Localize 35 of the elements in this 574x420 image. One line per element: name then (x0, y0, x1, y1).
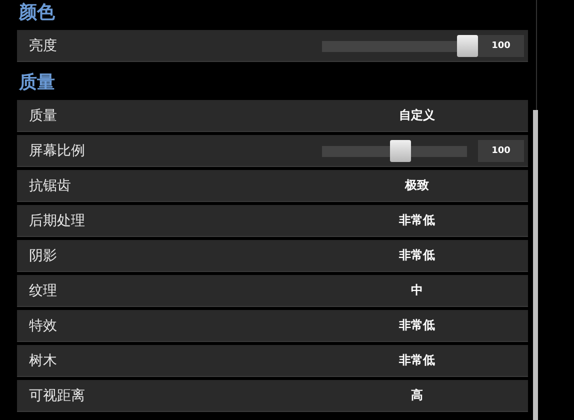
section-heading: 质量 (19, 71, 56, 95)
settings-row[interactable]: 质量 自定义 (17, 100, 528, 132)
setting-label: 质量 (29, 106, 57, 124)
scrollbar[interactable] (533, 110, 538, 420)
setting-label: 屏幕比例 (29, 142, 85, 160)
section-heading: 颜色 (19, 1, 56, 25)
setting-label: 抗锯齿 (29, 176, 71, 194)
setting-label: 树木 (29, 352, 57, 370)
setting-value: 高 (410, 387, 424, 404)
value-field[interactable]: 100 (478, 140, 524, 162)
setting-label: 后期处理 (29, 212, 85, 230)
settings-row[interactable]: 阴影 非常低 (17, 240, 528, 272)
settings-row[interactable]: 抗锯齿 极致 (17, 170, 528, 202)
setting-value: 极致 (404, 177, 430, 194)
setting-value: 非常低 (398, 212, 436, 229)
slider[interactable] (322, 140, 467, 162)
setting-label: 阴影 (29, 246, 57, 264)
settings-row[interactable]: 树木 非常低 (17, 345, 528, 377)
setting-value: 非常低 (398, 317, 436, 334)
settings-row[interactable]: 可视距离 高 (17, 380, 528, 412)
setting-label: 特效 (29, 316, 57, 334)
setting-value: 非常低 (398, 247, 436, 264)
settings-row[interactable]: 纹理 中 (17, 275, 528, 307)
setting-value: 中 (410, 282, 424, 299)
slider-thumb[interactable] (390, 140, 412, 162)
settings-row[interactable]: 特效 非常低 (17, 310, 528, 342)
settings-row[interactable]: 后期处理 非常低 (17, 205, 528, 237)
setting-label: 亮度 (29, 36, 57, 54)
slider[interactable] (322, 35, 478, 57)
setting-value: 自定义 (398, 107, 436, 124)
setting-label: 可视距离 (29, 386, 85, 404)
setting-label: 纹理 (29, 282, 57, 300)
setting-value: 非常低 (398, 352, 436, 369)
value-field[interactable]: 100 (478, 34, 524, 56)
slider-thumb[interactable] (457, 35, 478, 57)
